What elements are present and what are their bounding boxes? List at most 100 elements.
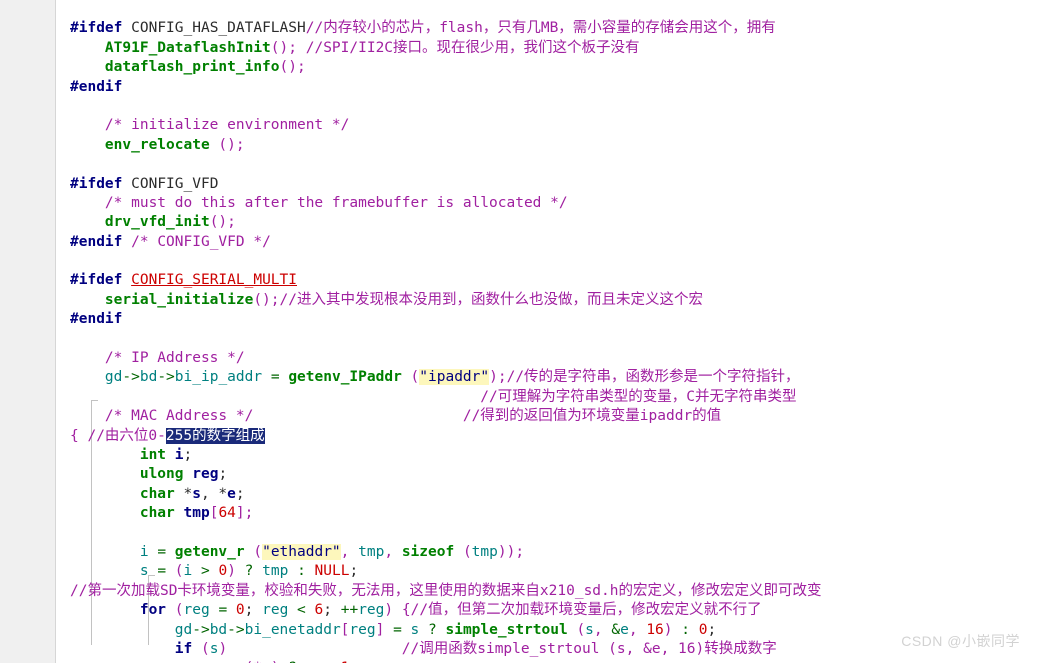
code-token-var: s [139, 563, 149, 580]
code-token-op: -> [122, 369, 140, 386]
code-line-text: env_relocate (); [70, 136, 245, 155]
code-line-text: //可理解为字符串类型的变量，C并无字符串类型 [70, 388, 797, 407]
code-token-pun: ( [576, 621, 586, 638]
code-line[interactable]: 776: env_relocate (); [0, 136, 1046, 155]
code-line[interactable]: 791:{ //由六位0-255的数字组成 [0, 427, 1046, 446]
code-token-var: tmp [358, 543, 385, 560]
code-line[interactable]: 779: /* must do this after the framebuff… [0, 194, 1046, 213]
code-line[interactable]: 769: [0, 0, 1046, 19]
code-line-text: char tmp[64]; [70, 504, 254, 523]
code-token-cmt: //可理解为字符串类型的变量，C并无字符串类型 [70, 388, 797, 405]
code-line[interactable]: 786: [0, 330, 1046, 349]
code-token-op: = [157, 543, 167, 560]
code-line[interactable]: 773:#endif [0, 78, 1046, 97]
code-line[interactable]: 788: gd->bd->bi_ip_addr = getenv_IPaddr … [0, 368, 1046, 387]
code-line[interactable]: 783:#ifdef CONFIG_SERIAL_MULTI [0, 271, 1046, 290]
code-line[interactable]: 789: //可理解为字符串类型的变量，C并无字符串类型 [0, 388, 1046, 407]
code-line[interactable]: 794: char *s, *e; [0, 485, 1046, 504]
code-token-pun: (); [218, 136, 245, 153]
code-line-text: drv_vfd_init(); [70, 213, 236, 232]
code-content-area[interactable]: 769:770:#ifdef CONFIG_HAS_DATAFLASH//内存较… [0, 0, 1046, 663]
code-line[interactable]: 785:#endif [0, 310, 1046, 329]
code-folding-strip[interactable] [56, 0, 69, 663]
code-token-op: > [192, 563, 219, 580]
code-token-fn: AT91F_DataflashInit [104, 39, 271, 56]
code-token-pun: (); [270, 39, 297, 56]
line-number-gutter [0, 0, 56, 663]
code-line[interactable]: 780: drv_vfd_init(); [0, 213, 1046, 232]
code-line[interactable]: 790: /* MAC Address */ //得到的返回值为环境变量ipad… [0, 407, 1046, 426]
code-token-num: 6 [314, 602, 324, 619]
code-line[interactable]: 792: int i; [0, 446, 1046, 465]
code-token-cmt: //值，但第二次加载环境变量后，修改宏定义就不行了 [410, 602, 762, 619]
code-line[interactable]: 781:#endif /* CONFIG_VFD */ [0, 233, 1046, 252]
code-line[interactable]: 803: s = (*e) ? e + 1 : e; [0, 659, 1046, 663]
code-token-pun: { [401, 602, 411, 619]
code-line[interactable]: 784: serial_initialize();//进入其中发现根本没用到，函… [0, 291, 1046, 310]
code-line[interactable]: 793: ulong reg; [0, 465, 1046, 484]
code-line[interactable]: 797: i = getenv_r ("ethaddr", tmp, sizeo… [0, 543, 1046, 562]
code-line[interactable]: 771: AT91F_DataflashInit(); //SPI/II2C接口… [0, 39, 1046, 58]
code-token-pun: , [628, 621, 638, 638]
code-line[interactable]: 772: dataflash_print_info(); [0, 58, 1046, 77]
code-line[interactable]: 799://第一次加载SD卡环境变量，校验和失败，无法用，这里使用的数据来自x2… [0, 582, 1046, 601]
code-line[interactable]: 777: [0, 155, 1046, 174]
code-token-num: 0 [218, 563, 228, 580]
code-token-fn: getenv_IPaddr [288, 369, 402, 386]
code-token-pp: #endif [70, 311, 123, 328]
code-token-cmt: //得到的返回值为环境变量ipaddr的值 [253, 408, 722, 425]
code-token-num: 64 [218, 505, 236, 522]
code-token-cmt: /* must do this after the framebuffer is… [104, 194, 568, 211]
code-line[interactable]: 782: [0, 252, 1046, 271]
code-editor[interactable]: 769:770:#ifdef CONFIG_HAS_DATAFLASH//内存较… [0, 0, 1046, 663]
code-line[interactable]: 775: /* initialize environment */ [0, 116, 1046, 135]
code-token-pp: #ifdef [70, 20, 123, 37]
code-line[interactable]: 770:#ifdef CONFIG_HAS_DATAFLASH//内存较小的芯片… [0, 19, 1046, 38]
code-token-typ: gd [104, 369, 123, 386]
code-token-fn: sizeof [401, 543, 455, 560]
code-token-fn: env_relocate [104, 136, 210, 153]
code-token-plain: , * [200, 485, 228, 502]
code-token-fn: int [139, 446, 167, 463]
code-line[interactable]: 802: if (s) //调用函数simple_strtoul (s, &e,… [0, 640, 1046, 659]
code-line-text: gd->bd->bi_enetaddr[reg] = s ? simple_st… [70, 621, 716, 640]
code-token-pp: #ifdef [70, 175, 123, 192]
code-token-fn: dataflash_print_info [104, 59, 280, 76]
code-line[interactable]: 787: /* IP Address */ [0, 349, 1046, 368]
code-line[interactable]: 798: s = (i > 0) ? tmp : NULL; [0, 562, 1046, 581]
code-token-typ: bi_ip_addr [174, 369, 263, 386]
code-token-plain: ; [235, 485, 245, 502]
code-line-text: serial_initialize();//进入其中发现根本没用到，函数什么也没… [70, 291, 703, 310]
code-token-pun: ) [384, 602, 394, 619]
code-line[interactable]: 801: gd->bd->bi_enetaddr[reg] = s ? simp… [0, 621, 1046, 640]
code-token-str-hl: "ethaddr" [262, 543, 341, 560]
code-line[interactable]: 778:#ifdef CONFIG_VFD [0, 175, 1046, 194]
code-token-pun: ) [218, 640, 228, 657]
code-line[interactable]: 795: char tmp[64]; [0, 504, 1046, 523]
code-line[interactable]: 800: for (reg = 0; reg < 6; ++reg) {//值，… [0, 601, 1046, 620]
code-line-text: { //由六位0-255的数字组成 [70, 427, 265, 446]
code-token-plain: ; [183, 446, 193, 463]
code-token-pun: { [70, 427, 79, 444]
code-line[interactable]: 796: [0, 524, 1046, 543]
code-token-fn: simple_strtoul [445, 621, 568, 638]
code-token-pun: ]; [235, 505, 254, 522]
code-line-text: #ifdef CONFIG_VFD [70, 175, 218, 194]
code-line[interactable]: 774: [0, 97, 1046, 116]
